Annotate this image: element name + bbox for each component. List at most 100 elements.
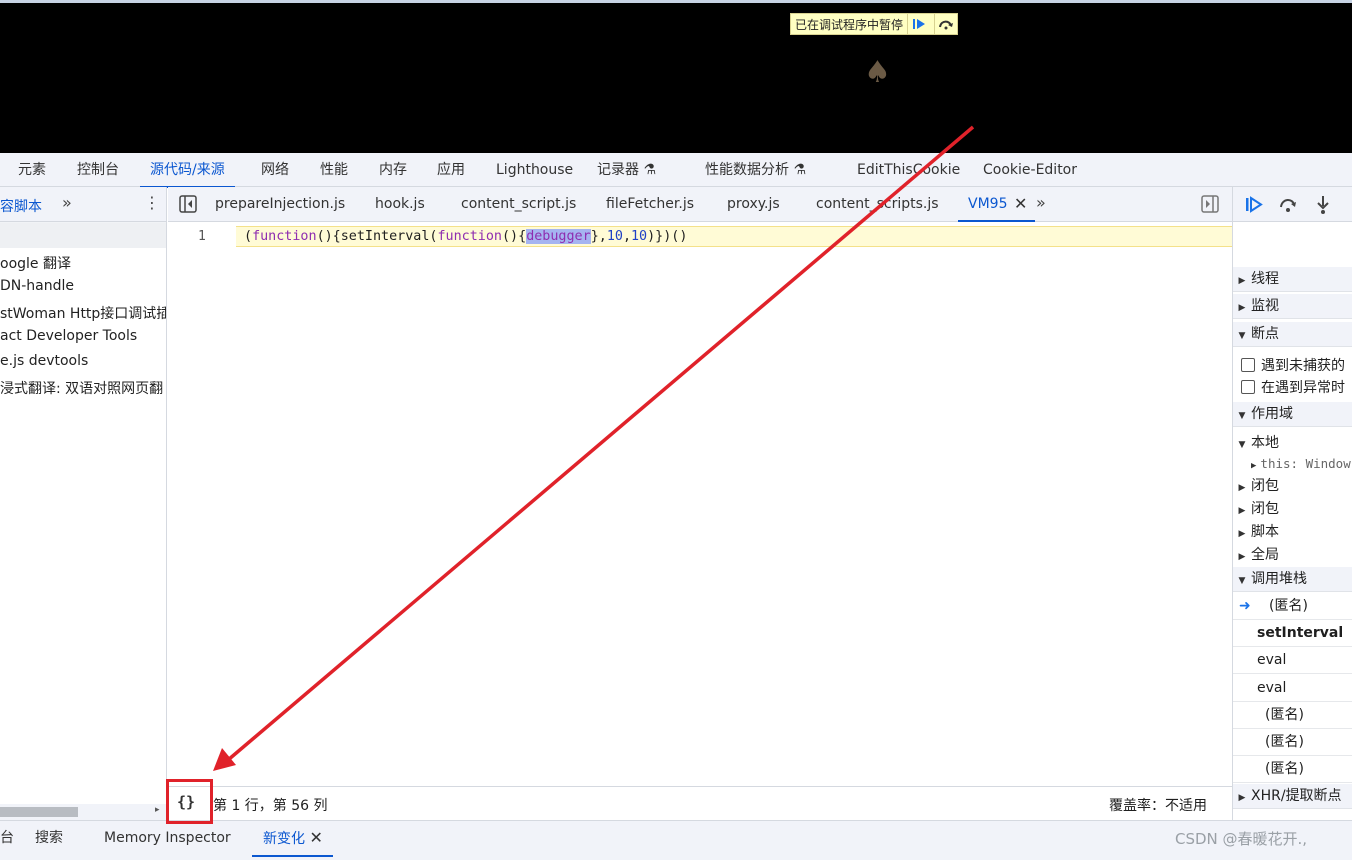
scope-this-label: this: Window <box>1260 456 1351 471</box>
call-frame[interactable]: (匿名) <box>1233 729 1352 756</box>
scope-local[interactable]: ▼ 本地 <box>1233 432 1279 452</box>
line-number[interactable]: 1 <box>198 227 206 246</box>
navigator-item[interactable]: stWoman Http接口调试插 <box>0 303 166 323</box>
navigator-item[interactable]: oogle 翻译 <box>0 253 71 273</box>
call-frame[interactable]: setInterval（写 <box>1233 620 1352 647</box>
flask-icon: ⚗ <box>643 162 657 178</box>
scope-script[interactable]: ▶ 脚本 <box>1233 521 1279 541</box>
tab-application[interactable]: 应用 <box>437 153 465 186</box>
tab-editthiscookie[interactable]: EditThisCookie <box>857 153 960 186</box>
file-tab[interactable]: hook.js <box>375 187 425 221</box>
navigator-item[interactable]: e.js devtools <box>0 353 88 369</box>
file-tab[interactable]: proxy.js <box>727 187 780 221</box>
step-over-overlay-button[interactable] <box>934 14 957 34</box>
expand-triangle-icon: ▶ <box>1238 276 1246 286</box>
step-into-button[interactable] <box>1313 194 1333 220</box>
step-over-icon <box>1280 199 1296 212</box>
scope-local-label: 本地 <box>1251 435 1279 451</box>
checkbox[interactable] <box>1241 358 1255 372</box>
code-line[interactable]: (function(){setInterval(function(){debug… <box>244 227 687 246</box>
scope-closure-label: 闭包 <box>1251 501 1279 517</box>
more-file-tabs-chevron-icon[interactable]: » <box>1036 193 1046 212</box>
scope-closure-label: 闭包 <box>1251 478 1279 494</box>
navigator-item[interactable]: 浸式翻译: 双语对照网页翻 <box>0 378 163 398</box>
file-tab[interactable]: content_scripts.js <box>816 187 939 221</box>
close-tab-icon[interactable]: ✕ <box>309 828 322 847</box>
navigator-root-row[interactable] <box>0 223 166 248</box>
tab-elements[interactable]: 元素 <box>18 153 46 186</box>
call-frame[interactable]: (匿名) <box>1233 702 1352 729</box>
section-scope-label: 作用域 <box>1251 406 1293 422</box>
scope-global[interactable]: ▶ 全局 <box>1233 544 1279 564</box>
navigator-tab-content-scripts[interactable]: 容脚本 <box>0 196 42 216</box>
resume-icon <box>913 19 926 29</box>
collapse-triangle-icon: ▼ <box>1238 331 1246 341</box>
scope-closure[interactable]: ▶ 闭包 <box>1233 498 1279 518</box>
section-breakpoints[interactable]: ▼ 断点 <box>1233 322 1352 347</box>
section-call-stack-label: 调用堆栈 <box>1251 571 1307 587</box>
section-threads[interactable]: ▶ 线程 <box>1233 267 1352 292</box>
navigator-horizontal-scrollbar[interactable]: ▸ <box>0 804 166 820</box>
spade-icon: ♠ <box>864 55 891 90</box>
scope-this[interactable]: ▶ this: Window <box>1251 456 1351 471</box>
scrollbar-thumb[interactable] <box>0 807 78 817</box>
tab-lighthouse[interactable]: Lighthouse <box>496 153 573 186</box>
call-frame-label: (匿名) <box>1269 598 1308 614</box>
toggle-debugger-sidebar-icon[interactable] <box>1201 195 1219 217</box>
call-frame[interactable]: (匿名) <box>1233 756 1352 783</box>
call-frame[interactable]: eval <box>1233 647 1352 674</box>
scope-script-label: 脚本 <box>1251 524 1279 540</box>
tab-cookie-editor[interactable]: Cookie-Editor <box>983 153 1077 186</box>
call-frame[interactable]: eval <box>1233 675 1352 702</box>
source-editor: prepareInjection.js hook.js content_scri… <box>168 187 1232 820</box>
toggle-navigator-icon[interactable] <box>179 195 197 217</box>
pause-uncaught-option[interactable]: 遇到未捕获的 <box>1233 355 1345 375</box>
tab-console[interactable]: 控制台 <box>77 153 119 186</box>
navigator-header: 容脚本 » ⋮ <box>0 187 166 247</box>
debugger-toolbar <box>1233 187 1352 222</box>
tab-performance-insights[interactable]: 性能数据分析 ⚗ <box>705 153 806 186</box>
file-tab[interactable]: prepareInjection.js <box>215 187 345 221</box>
tab-network[interactable]: 网络 <box>261 153 289 186</box>
code-token: , <box>622 229 631 244</box>
cursor-position: 第 1 行，第 56 列 <box>213 798 328 814</box>
resume-overlay-button[interactable] <box>907 14 930 34</box>
scroll-right-arrow-icon[interactable]: ▸ <box>155 805 160 815</box>
tab-recorder[interactable]: 记录器 ⚗ <box>597 153 656 186</box>
section-scope[interactable]: ▼ 作用域 <box>1233 402 1352 427</box>
section-watch[interactable]: ▶ 监视 <box>1233 294 1352 319</box>
debugger-sidebar: ▶ 线程 ▶ 监视 ▼ 断点 遇到未捕获的 在遇到异常时 ▼ 作用域 ▼ 本地 ▶ this… <box>1232 187 1352 820</box>
section-xhr-breakpoints[interactable]: ▶ XHR/提取断点 <box>1233 784 1352 809</box>
expand-triangle-icon: ▶ <box>1238 793 1246 803</box>
file-tabbar: prepareInjection.js hook.js content_scri… <box>168 187 1232 222</box>
call-frame-current[interactable]: ➜ (匿名) <box>1233 593 1352 620</box>
drawer-tab-changes[interactable]: 新变化 ✕ <box>252 821 333 857</box>
navigator-item[interactable]: DN-handle <box>0 278 74 294</box>
expand-triangle-icon: ▶ <box>1238 483 1246 493</box>
code-number: 10 <box>631 229 648 244</box>
pause-caught-option[interactable]: 在遇到异常时 <box>1233 377 1345 397</box>
drawer-tab-search[interactable]: 搜索 <box>35 821 63 855</box>
checkbox[interactable] <box>1241 380 1255 394</box>
tab-performance[interactable]: 性能 <box>320 153 348 186</box>
drawer-tab-console[interactable]: 台 <box>0 821 14 855</box>
editor-status-bar: {} 第 1 行，第 56 列 覆盖率：不适用 <box>168 786 1232 820</box>
file-tab-active-label: VM95 <box>968 196 1008 212</box>
section-threads-label: 线程 <box>1251 271 1279 287</box>
more-tabs-chevron-icon[interactable]: » <box>62 193 72 212</box>
file-tab[interactable]: content_script.js <box>461 187 576 221</box>
tab-memory[interactable]: 内存 <box>379 153 407 186</box>
more-options-icon[interactable]: ⋮ <box>144 193 160 212</box>
step-into-icon <box>1317 196 1329 214</box>
tab-sources[interactable]: 源代码/来源 <box>140 153 235 188</box>
section-call-stack[interactable]: ▼ 调用堆栈 <box>1233 567 1352 592</box>
scope-closure[interactable]: ▶ 闭包 <box>1233 475 1279 495</box>
step-over-button[interactable] <box>1278 195 1298 219</box>
navigator-item[interactable]: act Developer Tools <box>0 328 137 344</box>
section-watch-label: 监视 <box>1251 298 1279 314</box>
drawer-tab-memory-inspector[interactable]: Memory Inspector <box>104 821 231 855</box>
resume-button[interactable] <box>1244 195 1264 219</box>
close-tab-icon[interactable]: ✕ <box>1014 194 1027 213</box>
expand-triangle-icon: ▶ <box>1238 529 1246 539</box>
file-tab[interactable]: fileFetcher.js <box>606 187 694 221</box>
